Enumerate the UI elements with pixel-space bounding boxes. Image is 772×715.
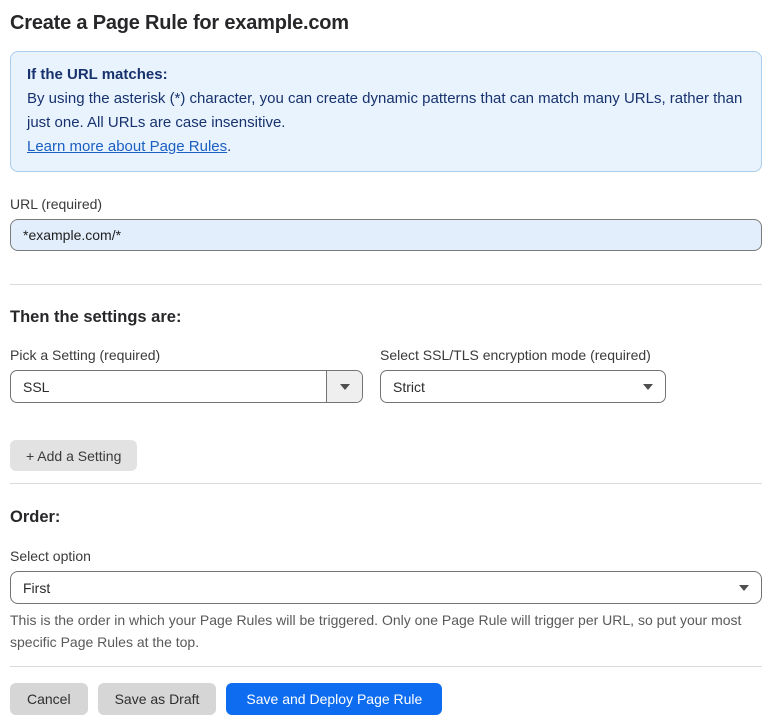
footer-actions: Cancel Save as Draft Save and Deploy Pag… (10, 683, 762, 715)
divider (10, 284, 762, 285)
setting-picker-group: Pick a Setting (required) SSL (10, 347, 363, 403)
setting-picker-label: Pick a Setting (required) (10, 347, 161, 363)
url-input[interactable] (10, 219, 762, 251)
info-box-body: By using the asterisk (*) character, you… (27, 90, 743, 131)
add-setting-button[interactable]: + Add a Setting (10, 440, 138, 471)
mode-picker-group: Select SSL/TLS encryption mode (required… (380, 347, 666, 403)
settings-row: Pick a Setting (required) SSL Select SSL… (10, 347, 762, 403)
order-select-label: Select option (10, 548, 91, 564)
info-box-link-line: Learn more about Page Rules. (27, 135, 745, 159)
page-rule-form: Create a Page Rule for example.com If th… (0, 0, 772, 715)
cancel-button[interactable]: Cancel (10, 683, 88, 715)
ssl-mode-select[interactable]: Strict (380, 370, 666, 403)
chevron-down-icon (326, 371, 362, 402)
url-match-info-box: If the URL matches: By using the asteris… (10, 51, 762, 172)
learn-more-link[interactable]: Learn more about Page Rules (27, 138, 227, 155)
mode-picker-label: Select SSL/TLS encryption mode (required… (380, 347, 651, 363)
setting-select[interactable]: SSL (10, 370, 363, 403)
order-section-heading: Order: (10, 508, 61, 526)
ssl-mode-select-value: Strict (393, 378, 425, 395)
info-box-heading: If the URL matches: (27, 66, 168, 83)
divider (10, 666, 762, 668)
url-field-label: URL (required) (10, 196, 103, 212)
save-draft-button[interactable]: Save as Draft (97, 683, 217, 715)
order-select[interactable]: First (10, 571, 762, 604)
setting-select-value: SSL (23, 378, 50, 395)
order-help-text: This is the order in which your Page Rul… (10, 612, 742, 650)
divider (10, 483, 762, 484)
save-deploy-button[interactable]: Save and Deploy Page Rule (226, 683, 443, 715)
order-select-value: First (23, 579, 51, 596)
chevron-down-icon (631, 371, 665, 402)
chevron-down-icon (727, 572, 761, 603)
page-title: Create a Page Rule for example.com (10, 12, 349, 34)
settings-section-heading: Then the settings are: (10, 308, 182, 326)
link-period: . (227, 138, 232, 155)
